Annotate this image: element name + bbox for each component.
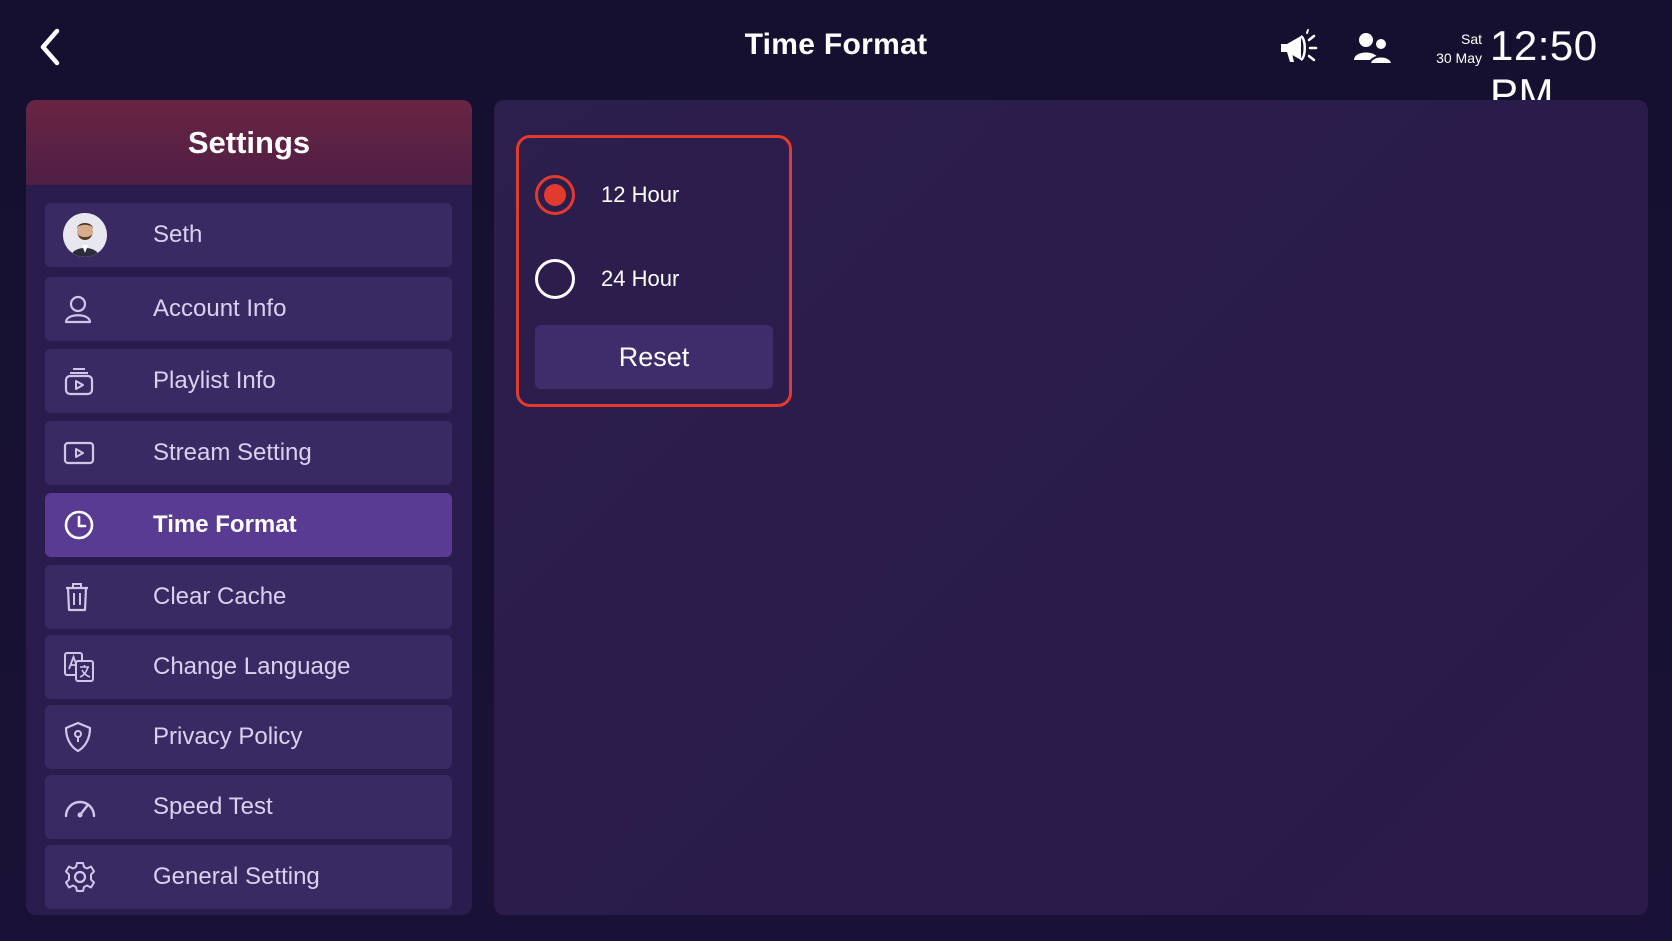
sidebar-item-stream-setting[interactable]: Stream Setting	[45, 421, 452, 485]
sidebar-title: Settings	[26, 100, 472, 185]
announcement-button[interactable]	[1276, 26, 1322, 70]
stream-icon	[63, 441, 95, 465]
radio-button-selected[interactable]	[535, 175, 575, 215]
users-button[interactable]	[1350, 26, 1396, 70]
users-icon	[1354, 33, 1394, 65]
shield-icon	[64, 721, 92, 753]
sidebar-item-playlist-info[interactable]: Playlist Info	[45, 349, 452, 413]
sidebar-item-label: Clear Cache	[153, 583, 287, 610]
day-label: Sat	[1460, 31, 1482, 47]
date-display: Sat 30 May	[1418, 30, 1482, 68]
time-format-options: 12 Hour 24 Hour Reset	[516, 135, 792, 407]
sidebar-item-account-info[interactable]: Account Info	[45, 277, 452, 341]
top-bar: Time Format Sat 30 May 12:50 PM	[0, 0, 1672, 117]
option-12-hour[interactable]: 12 Hour	[535, 171, 775, 219]
sidebar-item-label: Seth	[153, 221, 203, 248]
sidebar-item-label: Privacy Policy	[153, 723, 303, 750]
app-root: Time Format Sat 30 May 12:50 PM Settings…	[0, 0, 1672, 941]
language-icon	[64, 652, 94, 682]
radio-dot	[544, 184, 566, 206]
sidebar-item-label: Time Format	[153, 511, 297, 538]
playlist-icon	[64, 368, 94, 396]
sidebar-item-label: Account Info	[153, 295, 287, 322]
sidebar-item-change-language[interactable]: Change Language	[45, 635, 452, 699]
trash-icon	[66, 583, 88, 612]
sidebar-item-label: General Setting	[153, 863, 320, 890]
option-label: 24 Hour	[601, 266, 680, 291]
settings-sidebar: Settings Seth Account Info Playlist Info…	[26, 100, 472, 915]
sidebar-item-general-setting[interactable]: General Setting	[45, 845, 452, 909]
sidebar-item-label: Speed Test	[153, 793, 273, 820]
sidebar-item-privacy-policy[interactable]: Privacy Policy	[45, 705, 452, 769]
reset-button[interactable]: Reset	[535, 325, 773, 389]
speedometer-icon	[64, 800, 96, 818]
profile-picture	[63, 213, 107, 257]
clock-icon	[64, 510, 94, 540]
user-icon	[64, 295, 92, 324]
option-label: 12 Hour	[601, 182, 680, 207]
sidebar-item-profile[interactable]: Seth	[45, 203, 452, 267]
content-panel: 12 Hour 24 Hour Reset	[494, 100, 1648, 915]
sidebar-item-speed-test[interactable]: Speed Test	[45, 775, 452, 839]
sidebar-item-time-format[interactable]: Time Format	[45, 493, 452, 557]
sidebar-item-clear-cache[interactable]: Clear Cache	[45, 565, 452, 629]
radio-button[interactable]	[535, 259, 575, 299]
avatar	[63, 213, 107, 257]
gear-icon	[65, 862, 95, 892]
date-label: 30 May	[1436, 50, 1482, 66]
option-24-hour[interactable]: 24 Hour	[535, 255, 775, 303]
sidebar-item-label: Stream Setting	[153, 439, 312, 466]
sidebar-item-label: Change Language	[153, 653, 351, 680]
megaphone-icon	[1281, 29, 1318, 62]
sidebar-item-label: Playlist Info	[153, 367, 276, 394]
